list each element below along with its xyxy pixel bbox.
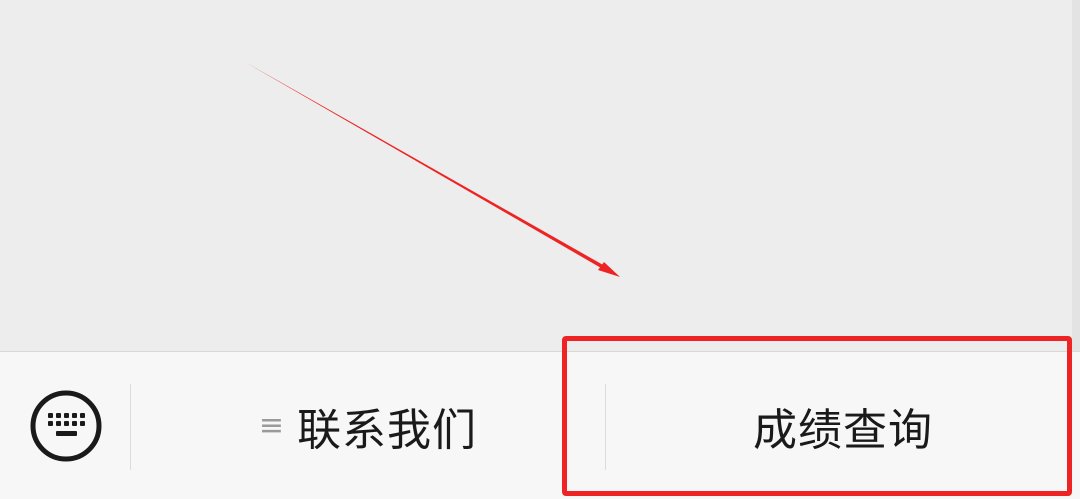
- scroll-edge: [1072, 0, 1080, 351]
- keyboard-icon: [30, 390, 101, 461]
- arrow-head: [598, 262, 620, 277]
- menu-item-label: 成绩查询: [753, 404, 933, 456]
- bottom-menu-bar: ≡ 联系我们 成绩查询: [0, 351, 1080, 499]
- arrow-annotation: [245, 62, 620, 277]
- menu-item-score-query[interactable]: 成绩查询: [606, 352, 1080, 499]
- menu-item-label: 联系我们: [297, 404, 478, 456]
- menu-item-contact-us[interactable]: ≡ 联系我们: [131, 352, 605, 499]
- keyboard-toggle-button[interactable]: [0, 352, 131, 499]
- arrow-shaft: [245, 62, 618, 276]
- menu-lines-icon: ≡: [258, 407, 286, 443]
- chat-message-area: [0, 0, 1080, 351]
